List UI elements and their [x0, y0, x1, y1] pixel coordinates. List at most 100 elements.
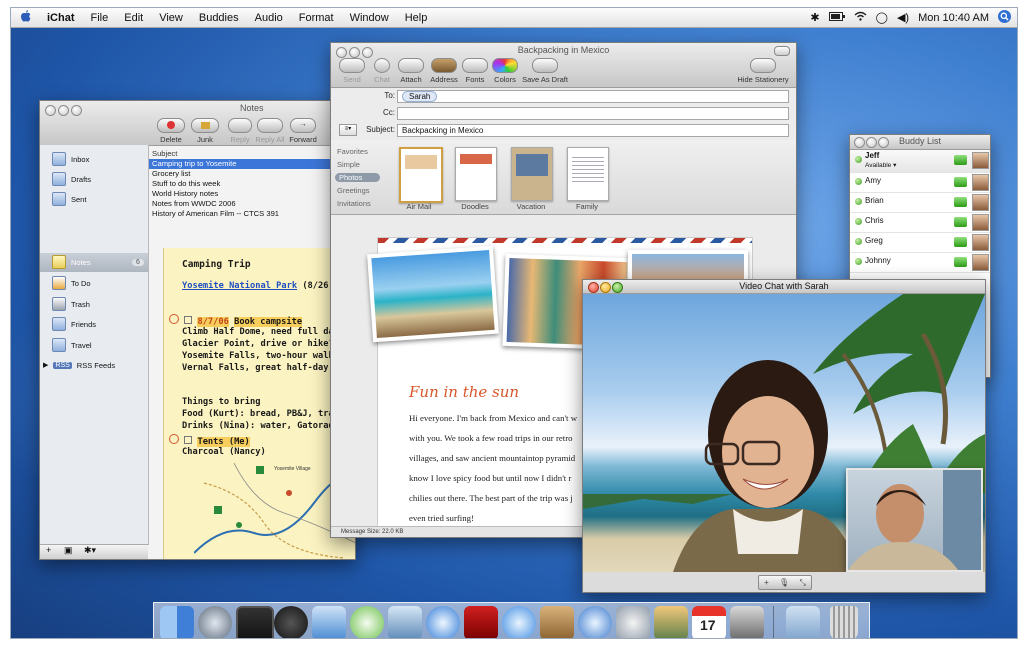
- dashboard-icon[interactable]: [198, 606, 232, 638]
- apple-menu-icon[interactable]: [11, 10, 39, 25]
- video-camera-icon[interactable]: [954, 197, 967, 207]
- fullscreen-icon[interactable]: ⤡: [799, 578, 805, 588]
- mailbox-travel[interactable]: Travel: [52, 337, 92, 353]
- menu-file[interactable]: File: [83, 12, 117, 24]
- automator-icon[interactable]: [616, 606, 650, 638]
- todo-checkbox-icon[interactable]: [169, 434, 179, 444]
- expose-icon[interactable]: [236, 606, 274, 638]
- subject-field[interactable]: Backpacking in Mexico: [397, 124, 789, 137]
- photo-booth-icon[interactable]: [730, 606, 764, 638]
- bluetooth-icon[interactable]: ✱: [810, 11, 819, 24]
- add-participant-icon[interactable]: +: [764, 578, 769, 587]
- preview-icon[interactable]: [388, 606, 422, 638]
- my-avatar[interactable]: [972, 152, 989, 169]
- column-header-subject[interactable]: Subject: [149, 149, 355, 159]
- list-item[interactable]: History of American Film -- CTCS 391: [149, 209, 355, 219]
- buddy-row[interactable]: Chris: [850, 212, 990, 233]
- quicktime-icon[interactable]: [578, 606, 612, 638]
- menu-format[interactable]: Format: [291, 12, 342, 24]
- ichat-status-icon[interactable]: ◯: [876, 11, 888, 24]
- stationery-category[interactable]: Simple: [337, 160, 360, 169]
- todo-checkbox-icon[interactable]: [169, 314, 179, 324]
- add-mailbox-icon[interactable]: +: [46, 545, 51, 555]
- disclosure-triangle-icon[interactable]: ▶: [43, 361, 48, 369]
- list-item[interactable]: Stuff to do this week: [149, 179, 355, 189]
- buddy-row[interactable]: Johnny: [850, 252, 990, 273]
- iphoto-icon[interactable]: [654, 606, 688, 638]
- spotlight-icon[interactable]: [998, 9, 1011, 26]
- menu-clock[interactable]: Mon 10:40 AM: [918, 12, 989, 24]
- menu-window[interactable]: Window: [342, 12, 397, 24]
- list-item[interactable]: Camping trip to Yosemite: [149, 159, 355, 169]
- note-content[interactable]: Camping Trip Yosemite National Park (8/2…: [163, 248, 355, 559]
- menu-buddies[interactable]: Buddies: [191, 12, 247, 24]
- save-as-draft-button[interactable]: Save As Draft: [521, 58, 569, 84]
- menu-ichat[interactable]: iChat: [39, 12, 83, 24]
- video-camera-icon[interactable]: [954, 217, 967, 227]
- volume-icon[interactable]: ◀): [897, 11, 909, 24]
- mail-icon[interactable]: [312, 606, 346, 638]
- safari-icon[interactable]: [426, 606, 460, 638]
- ichat-icon[interactable]: [502, 606, 536, 638]
- list-item[interactable]: Notes from WWDC 2006: [149, 199, 355, 209]
- attach-button[interactable]: Attach: [397, 58, 425, 84]
- mailbox-rss-feeds[interactable]: ▶ RSS RSS Feeds: [43, 357, 115, 373]
- video-camera-icon[interactable]: [954, 177, 967, 187]
- ical-icon[interactable]: 17: [692, 606, 726, 638]
- minimize-button[interactable]: [58, 105, 69, 116]
- stationery-category-selected[interactable]: Photos: [335, 173, 381, 182]
- video-camera-icon[interactable]: [954, 257, 967, 267]
- forward-button[interactable]: → Forward: [286, 118, 320, 144]
- mailbox-sent[interactable]: Sent: [52, 191, 86, 207]
- menu-audio[interactable]: Audio: [247, 12, 291, 24]
- mailbox-inbox[interactable]: Inbox: [52, 151, 89, 167]
- colors-button[interactable]: Colors: [491, 58, 519, 84]
- fonts-button[interactable]: Fonts: [461, 58, 489, 84]
- my-status-menu[interactable]: Available ▾: [865, 161, 896, 169]
- menu-view[interactable]: View: [151, 12, 191, 24]
- recipient-token[interactable]: Sarah: [402, 91, 438, 102]
- hide-stationery-button[interactable]: Hide Stationery: [735, 58, 791, 84]
- finder-icon[interactable]: [160, 606, 194, 638]
- mailbox-trash[interactable]: Trash: [52, 296, 90, 312]
- show-photos-icon[interactable]: ▣: [64, 545, 73, 556]
- to-field[interactable]: Sarah: [397, 90, 789, 103]
- close-button[interactable]: [45, 105, 56, 116]
- folder-icon[interactable]: [786, 606, 820, 638]
- address-button[interactable]: Address: [427, 58, 461, 84]
- stationery-thumb-doodles[interactable]: [455, 147, 497, 201]
- trash-icon[interactable]: [830, 606, 858, 638]
- chat-button[interactable]: Chat: [369, 58, 395, 84]
- itunes-icon[interactable]: [350, 606, 384, 638]
- cc-field[interactable]: [397, 107, 789, 120]
- dvd-player-icon[interactable]: [464, 606, 498, 638]
- wifi-icon[interactable]: [854, 11, 867, 24]
- mailbox-to-do[interactable]: To Do: [52, 275, 91, 291]
- stationery-thumb-air-mail[interactable]: [399, 147, 443, 203]
- menu-edit[interactable]: Edit: [116, 12, 151, 24]
- front-row-icon[interactable]: [274, 606, 308, 638]
- mailbox-notes[interactable]: Notes 6: [52, 254, 144, 270]
- delete-button[interactable]: Delete: [154, 118, 188, 144]
- list-item[interactable]: World History notes: [149, 189, 355, 199]
- stationery-thumb-family[interactable]: [567, 147, 609, 201]
- junk-button[interactable]: Junk: [188, 118, 222, 144]
- todo-box-icon[interactable]: [184, 316, 193, 324]
- todo-box-icon[interactable]: [184, 436, 193, 444]
- address-book-icon[interactable]: [540, 606, 574, 638]
- reply-all-button[interactable]: Reply All: [254, 118, 286, 144]
- stationery-thumb-vacation[interactable]: [511, 147, 553, 201]
- my-status-row[interactable]: Jeff Available ▾: [850, 150, 990, 173]
- microphone-icon[interactable]: 🎙: [779, 578, 789, 587]
- reply-button[interactable]: Reply: [226, 118, 254, 144]
- stationery-category[interactable]: Favorites: [337, 147, 368, 156]
- mailbox-friends[interactable]: Friends: [52, 316, 96, 332]
- toolbar-toggle-button[interactable]: [774, 46, 790, 56]
- stationery-category[interactable]: Greetings: [337, 186, 370, 195]
- video-camera-icon[interactable]: [954, 237, 967, 247]
- note-link[interactable]: Yosemite National Park: [182, 281, 297, 291]
- send-button[interactable]: Send: [337, 58, 367, 84]
- buddy-row[interactable]: Amy: [850, 172, 990, 193]
- buddy-row[interactable]: Brian: [850, 192, 990, 213]
- mailbox-drafts[interactable]: Drafts: [52, 171, 91, 187]
